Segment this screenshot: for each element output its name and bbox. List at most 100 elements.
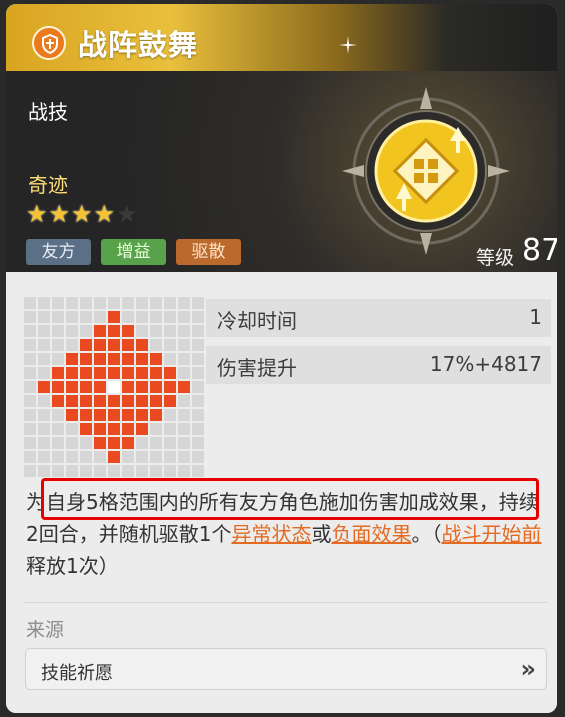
range-cell	[94, 395, 106, 407]
range-cell	[164, 311, 176, 323]
chevron-right-icon: »	[520, 655, 536, 683]
source-button[interactable]: 技能祈愿 »	[25, 648, 547, 690]
range-cell	[136, 367, 148, 379]
range-cell	[66, 367, 78, 379]
range-cell	[192, 465, 204, 477]
range-cell	[136, 311, 148, 323]
range-cell	[122, 325, 134, 337]
range-cell	[52, 395, 64, 407]
range-cell	[94, 381, 106, 393]
range-cell	[66, 297, 78, 309]
range-cell	[80, 297, 92, 309]
range-cell	[136, 409, 148, 421]
skill-name: 战阵鼓舞	[78, 28, 199, 62]
range-cell	[52, 367, 64, 379]
highlight-box	[41, 478, 539, 520]
range-cell	[108, 381, 120, 393]
range-cell	[122, 395, 134, 407]
range-cell	[94, 353, 106, 365]
range-cell	[52, 297, 64, 309]
range-cell	[150, 465, 162, 477]
range-cell	[24, 353, 36, 365]
range-cell	[192, 395, 204, 407]
skill-tags: 友方 增益 驱散	[26, 239, 241, 265]
range-cell	[66, 451, 78, 463]
damage-label: 伤害提升	[217, 356, 297, 380]
range-cell	[38, 367, 50, 379]
range-cell	[52, 465, 64, 477]
range-cell	[122, 437, 134, 449]
range-cell	[52, 437, 64, 449]
cooldown-label: 冷却时间	[217, 309, 297, 333]
link-before-battle[interactable]: 战斗开始前	[441, 522, 541, 546]
range-cell	[164, 339, 176, 351]
range-cell	[192, 409, 204, 421]
sparkle-icon	[339, 36, 357, 54]
range-cell	[80, 381, 92, 393]
range-cell	[80, 311, 92, 323]
range-cell	[136, 465, 148, 477]
range-cell	[94, 423, 106, 435]
range-cell	[38, 297, 50, 309]
range-cell	[38, 423, 50, 435]
range-cell	[52, 325, 64, 337]
range-cell	[136, 353, 148, 365]
range-cell	[38, 451, 50, 463]
range-cell	[66, 423, 78, 435]
range-cell	[52, 381, 64, 393]
range-cell	[150, 451, 162, 463]
range-cell	[24, 367, 36, 379]
range-cell	[136, 325, 148, 337]
range-cell	[94, 451, 106, 463]
range-cell	[150, 297, 162, 309]
range-cell	[94, 409, 106, 421]
link-abnormal-status[interactable]: 异常状态	[231, 522, 311, 546]
skill-rarity: 奇迹	[28, 173, 68, 197]
range-cell	[150, 325, 162, 337]
link-negative-effect[interactable]: 负面效果	[331, 522, 411, 546]
skill-card: 战阵鼓舞 战技 奇迹 ★ ★ ★ ★ ★ 友方 增益 驱散 等级 87 冷却时间…	[6, 4, 557, 713]
range-cell	[24, 339, 36, 351]
range-cell	[122, 311, 134, 323]
range-cell	[150, 409, 162, 421]
range-cell	[66, 353, 78, 365]
star-icon: ★	[71, 200, 93, 228]
source-label: 来源	[26, 619, 65, 641]
range-cell	[24, 325, 36, 337]
range-cell	[164, 297, 176, 309]
range-cell	[136, 451, 148, 463]
range-cell	[94, 367, 106, 379]
range-cell	[108, 367, 120, 379]
range-cell	[66, 437, 78, 449]
range-cell	[178, 353, 190, 365]
stat-row-damage: 伤害提升 17%+4817	[206, 346, 551, 384]
range-cell	[38, 395, 50, 407]
range-cell	[24, 395, 36, 407]
range-cell	[38, 381, 50, 393]
range-cell	[150, 395, 162, 407]
range-cell	[108, 353, 120, 365]
range-cell	[192, 339, 204, 351]
range-cell	[192, 423, 204, 435]
range-cell	[122, 409, 134, 421]
range-cell	[108, 339, 120, 351]
range-cell	[94, 437, 106, 449]
range-cell	[178, 451, 190, 463]
range-cell	[192, 381, 204, 393]
range-cell	[192, 297, 204, 309]
range-cell	[192, 311, 204, 323]
tag-buff: 增益	[101, 239, 166, 265]
description-text-3: 。（	[411, 522, 442, 546]
range-cell	[136, 395, 148, 407]
range-cell	[66, 325, 78, 337]
skill-header: 战阵鼓舞	[6, 4, 557, 71]
stat-row-cooldown: 冷却时间 1	[206, 299, 551, 337]
range-cell	[108, 451, 120, 463]
range-cell	[52, 311, 64, 323]
range-cell	[80, 465, 92, 477]
range-cell	[52, 423, 64, 435]
range-cell	[66, 339, 78, 351]
source-value: 技能祈愿	[41, 663, 113, 684]
range-cell	[108, 297, 120, 309]
range-cell	[192, 325, 204, 337]
